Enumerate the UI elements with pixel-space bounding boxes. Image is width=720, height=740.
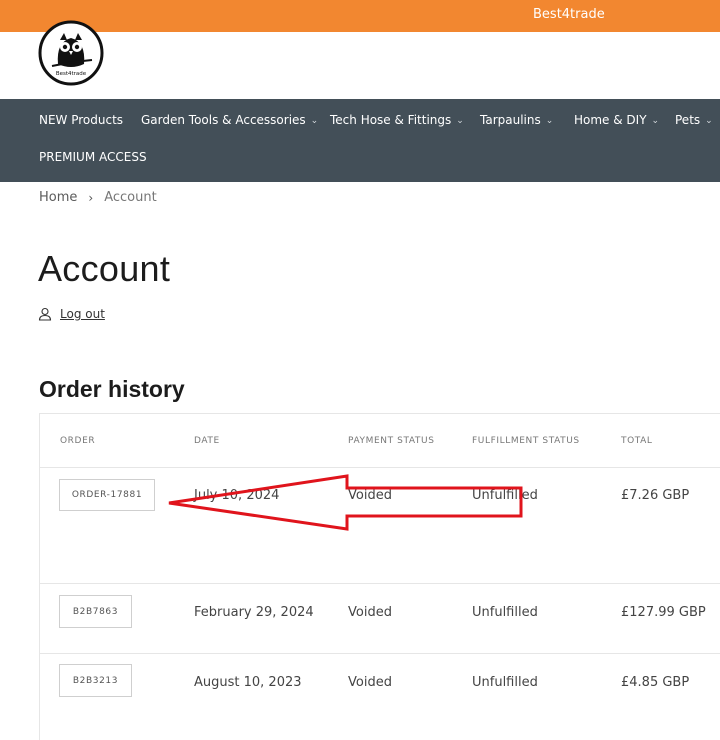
user-icon — [38, 307, 52, 321]
main-navigation: NEW Products Garden Tools & Accessories … — [0, 99, 720, 182]
order-link-button[interactable]: ORDER-17881 — [59, 479, 155, 511]
nav-item-label: Garden Tools & Accessories — [141, 113, 306, 127]
logout-link[interactable]: Log out — [38, 307, 105, 321]
column-header-fulfillment-status: FULFILLMENT STATUS — [472, 436, 580, 446]
order-number: ORDER-17881 — [71, 490, 143, 500]
order-link-button[interactable]: B2B7863 — [59, 595, 132, 628]
row-divider — [40, 467, 720, 468]
column-header-order: ORDER — [60, 436, 96, 446]
chevron-down-icon: ⌄ — [705, 116, 713, 126]
order-link-button[interactable]: B2B3213 — [59, 664, 132, 697]
order-date: February 29, 2024 — [194, 605, 314, 620]
column-header-total: TOTAL — [621, 436, 653, 446]
row-divider — [40, 653, 720, 654]
owl-logo-icon[interactable]: Best4trade — [38, 20, 104, 86]
order-total: £7.26 GBP — [621, 488, 690, 503]
fulfillment-status: Unfulfilled — [472, 488, 538, 503]
payment-status: Voided — [348, 605, 392, 620]
payment-status: Voided — [348, 675, 392, 690]
column-header-date: DATE — [194, 436, 220, 446]
order-total: £4.85 GBP — [621, 675, 690, 690]
nav-item-label: Tarpaulins — [480, 113, 541, 127]
payment-status: Voided — [348, 488, 392, 503]
breadcrumb-current: Account — [104, 190, 157, 205]
fulfillment-status: Unfulfilled — [472, 675, 538, 690]
breadcrumb-home[interactable]: Home — [39, 190, 77, 205]
row-divider — [40, 583, 720, 584]
nav-item-garden-tools[interactable]: Garden Tools & Accessories ⌄ — [141, 113, 318, 127]
header — [0, 32, 720, 99]
order-total: £127.99 GBP — [621, 605, 706, 620]
order-history-table: ORDER DATE PAYMENT STATUS FULFILLMENT ST… — [39, 413, 720, 740]
nav-item-pets[interactable]: Pets ⌄ — [675, 113, 713, 127]
nav-item-home-diy[interactable]: Home & DIY ⌄ — [574, 113, 659, 127]
nav-item-premium-access[interactable]: PREMIUM ACCESS — [39, 150, 147, 164]
nav-item-label: Pets — [675, 113, 701, 127]
chevron-down-icon: ⌄ — [651, 116, 660, 126]
nav-item-tech-hose[interactable]: Tech Hose & Fittings ⌄ — [330, 113, 464, 127]
brand-name: Best4trade — [533, 7, 605, 22]
order-date: July 10, 2024 — [194, 488, 280, 503]
logo-text: Best4trade — [56, 71, 87, 77]
nav-item-label: PREMIUM ACCESS — [39, 150, 147, 164]
column-header-payment-status: PAYMENT STATUS — [348, 436, 435, 446]
nav-item-tarpaulins[interactable]: Tarpaulins ⌄ — [480, 113, 553, 127]
nav-item-label: Tech Hose & Fittings — [330, 113, 452, 127]
announcement-bar: Best4trade — [0, 0, 720, 32]
order-number: B2B3213 — [72, 675, 119, 686]
breadcrumb: Home › Account — [39, 190, 157, 205]
order-date: August 10, 2023 — [194, 675, 302, 690]
nav-item-label: Home & DIY — [574, 113, 647, 127]
fulfillment-status: Unfulfilled — [472, 605, 538, 620]
chevron-down-icon: ⌄ — [456, 116, 464, 126]
chevron-down-icon: ⌄ — [310, 116, 319, 126]
page-title: Account — [38, 248, 171, 289]
chevron-down-icon: ⌄ — [545, 116, 554, 126]
breadcrumb-separator: › — [88, 190, 94, 205]
order-history-title: Order history — [39, 376, 185, 402]
nav-item-new-products[interactable]: NEW Products — [39, 113, 123, 127]
logout-label: Log out — [60, 307, 105, 321]
order-number: B2B7863 — [72, 606, 119, 617]
nav-item-label: NEW Products — [39, 113, 124, 127]
